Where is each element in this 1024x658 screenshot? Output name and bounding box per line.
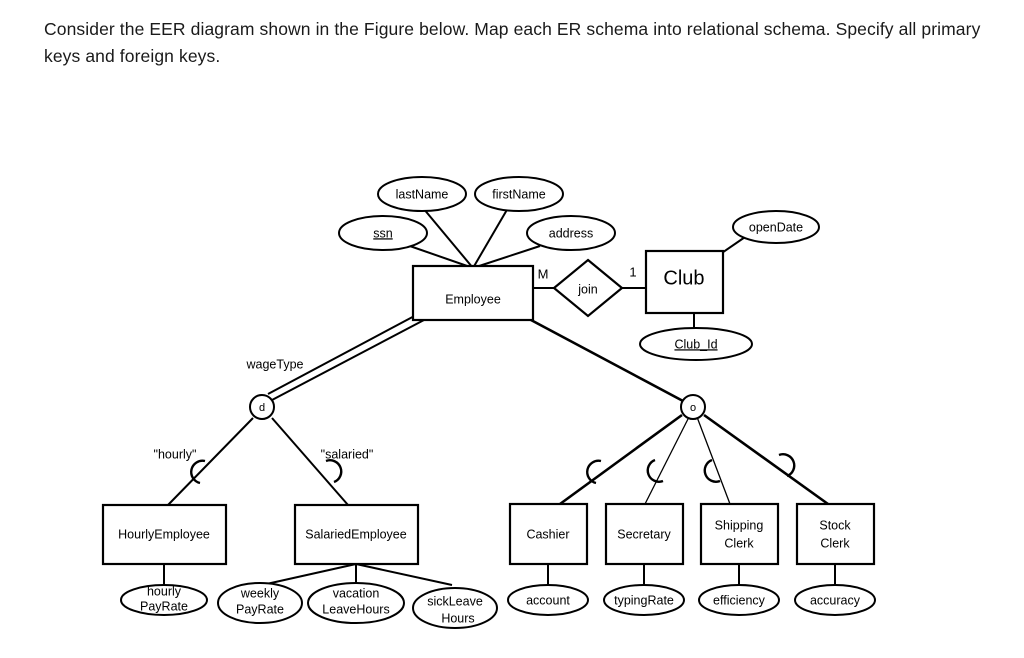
attribute-account[interactable]: account: [507, 584, 589, 616]
attribute-label: LeaveHours: [322, 602, 389, 616]
entity-club[interactable]: Club: [644, 249, 725, 315]
relationship-label: join: [577, 282, 598, 296]
attribute-label: weekly: [240, 586, 280, 600]
entity-salaried-employee[interactable]: SalariedEmployee: [293, 503, 420, 566]
subset-arc-symbols: [190, 453, 796, 485]
attribute-open-date[interactable]: openDate: [732, 210, 820, 244]
entity-label: Clerk: [724, 536, 754, 550]
attribute-ssn[interactable]: ssn: [338, 215, 428, 251]
attribute-label: vacation: [333, 586, 380, 600]
attribute-label: accuracy: [810, 593, 861, 607]
entity-label: Employee: [445, 292, 501, 306]
attribute-typing-rate[interactable]: typingRate: [603, 584, 685, 616]
attribute-label: efficiency: [713, 593, 766, 607]
subset-arc-icon: [646, 458, 664, 483]
attribute-label: sickLeave: [427, 594, 483, 608]
subset-arc-icon: [325, 459, 343, 484]
relationship-join[interactable]: join: [552, 258, 624, 318]
entity-hourly-employee[interactable]: HourlyEmployee: [101, 503, 228, 566]
entity-stock-clerk[interactable]: Stock Clerk: [795, 502, 876, 566]
attribute-hourly-pay-rate[interactable]: hourly PayRate: [120, 584, 208, 616]
attribute-label: typingRate: [614, 593, 674, 607]
connector-d-hourly-employee: [167, 417, 254, 506]
specialization-symbol-label: o: [690, 402, 696, 414]
entity-box: [699, 502, 780, 566]
entity-box: [795, 502, 876, 566]
overlap-branch-connectors: [559, 413, 829, 506]
attribute-first-name[interactable]: firstName: [474, 176, 564, 212]
entity-label: SalariedEmployee: [305, 527, 406, 541]
entity-label: Secretary: [617, 527, 671, 541]
attribute-last-name[interactable]: lastName: [377, 176, 467, 212]
specialization-discriminator-wage-type: wageType: [246, 357, 304, 371]
attribute-label: Club_Id: [674, 337, 717, 351]
attribute-club-id[interactable]: Club_Id: [639, 327, 753, 361]
attribute-label: openDate: [749, 220, 803, 234]
attribute-label: hourly: [147, 584, 182, 598]
attribute-address[interactable]: address: [526, 215, 616, 251]
subset-arc-icon: [190, 459, 206, 485]
attribute-sick-leave-hours[interactable]: sickLeave Hours: [412, 587, 498, 629]
branch-label-hourly: "hourly": [154, 447, 197, 461]
cardinality-employee-side: M: [538, 266, 549, 281]
attribute-label: ssn: [373, 226, 393, 240]
entity-label: Stock: [819, 518, 851, 532]
entity-employee[interactable]: Employee: [411, 264, 535, 322]
specialization-symbol-label: d: [259, 402, 265, 414]
entity-label: Shipping: [715, 518, 764, 532]
attribute-label: account: [526, 593, 570, 607]
attribute-label: PayRate: [140, 599, 188, 613]
eer-diagram: ssn lastName firstName address Employee …: [101, 176, 876, 629]
attribute-label: Hours: [441, 611, 474, 625]
entity-label: Club: [663, 267, 704, 289]
attribute-accuracy[interactable]: accuracy: [794, 584, 876, 616]
attribute-label: firstName: [492, 187, 546, 201]
disjoint-branch-connectors: [167, 417, 349, 506]
connector-o-cashier: [559, 413, 683, 506]
entity-cashier[interactable]: Cashier: [508, 502, 589, 566]
connector-sick-leave-hours: [355, 563, 453, 586]
entity-shipping-clerk[interactable]: Shipping Clerk: [699, 502, 780, 566]
attribute-label: PayRate: [236, 602, 284, 616]
connector-o-stock-clerk: [703, 413, 829, 506]
specialization-circle-overlapping[interactable]: o: [680, 394, 706, 420]
attribute-vacation-leave-hours[interactable]: vacation LeaveHours: [307, 582, 405, 624]
attribute-label: lastName: [396, 187, 449, 201]
attribute-label: address: [549, 226, 593, 240]
cardinality-club-side: 1: [629, 264, 636, 279]
entity-label: HourlyEmployee: [118, 527, 210, 541]
attribute-efficiency[interactable]: efficiency: [698, 584, 780, 616]
entity-label: Clerk: [820, 536, 850, 550]
entity-label: Cashier: [526, 527, 569, 541]
specialization-circle-disjoint[interactable]: d: [249, 394, 275, 420]
branch-label-salaried: "salaried": [321, 447, 374, 461]
entity-secretary[interactable]: Secretary: [604, 502, 685, 566]
connector-weekly-pay-rate: [261, 563, 357, 586]
attribute-weekly-pay-rate[interactable]: weekly PayRate: [217, 582, 303, 624]
